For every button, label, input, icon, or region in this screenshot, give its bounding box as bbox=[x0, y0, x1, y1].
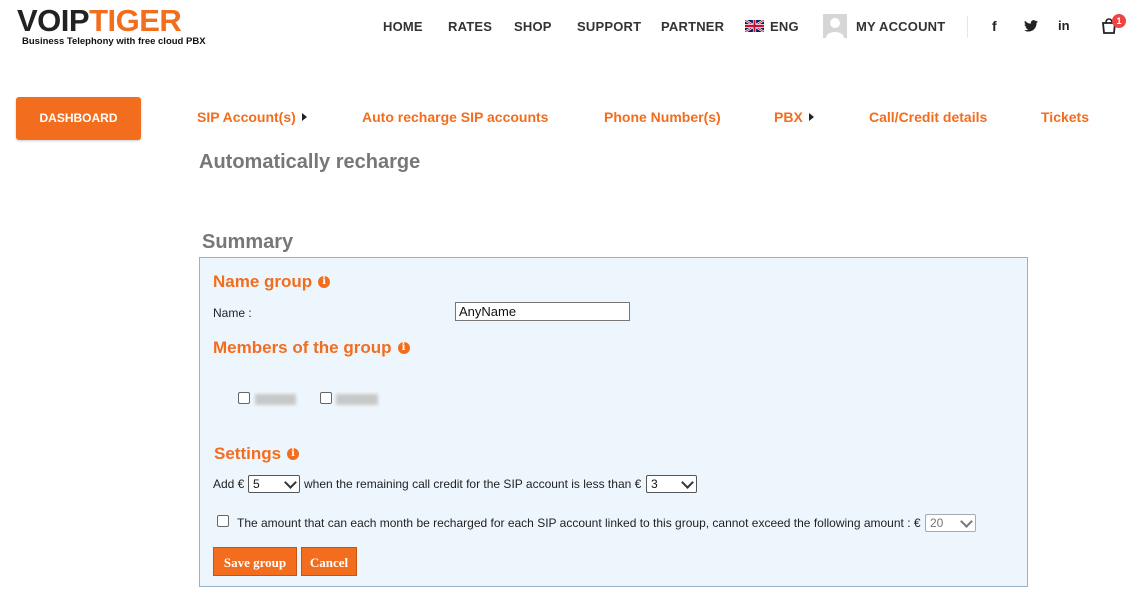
member-name-redacted bbox=[336, 394, 378, 405]
monthly-limit-checkbox[interactable] bbox=[217, 515, 229, 527]
language-label: ENG bbox=[770, 19, 799, 34]
name-input[interactable]: AnyName bbox=[455, 302, 630, 321]
facebook-icon[interactable]: f bbox=[992, 18, 997, 34]
linkedin-icon[interactable]: in bbox=[1058, 18, 1070, 33]
member-name-redacted bbox=[255, 394, 296, 405]
menu-pbx[interactable]: PBX bbox=[774, 109, 814, 125]
members-heading: Members of the group i bbox=[213, 338, 410, 358]
my-account-link[interactable]: MY ACCOUNT bbox=[856, 19, 945, 34]
menu-tickets[interactable]: Tickets bbox=[1041, 109, 1089, 125]
logo-voip: VOIP bbox=[17, 3, 90, 38]
save-group-button[interactable]: Save group bbox=[213, 547, 297, 576]
menu-sip-accounts[interactable]: SIP Account(s) bbox=[197, 109, 307, 125]
menu-phone-numbers[interactable]: Phone Number(s) bbox=[604, 109, 721, 125]
page-title: Automatically recharge bbox=[199, 151, 421, 173]
member-checkbox[interactable] bbox=[320, 392, 332, 404]
chevron-down-icon bbox=[960, 515, 973, 528]
nav-partner[interactable]: PARTNER bbox=[661, 19, 724, 34]
logo-tiger: TIGER bbox=[89, 3, 182, 38]
header-divider bbox=[967, 16, 968, 38]
cart-count-badge: 1 bbox=[1112, 14, 1126, 28]
menu-call-credit[interactable]: Call/Credit details bbox=[869, 109, 987, 125]
avatar[interactable] bbox=[823, 14, 847, 38]
logo[interactable]: VOIPTIGER bbox=[17, 3, 182, 38]
menu-auto-recharge[interactable]: Auto recharge SIP accounts bbox=[362, 109, 548, 125]
info-icon[interactable]: i bbox=[318, 276, 331, 288]
threshold-select[interactable]: 3 bbox=[646, 475, 697, 493]
tagline: Business Telephony with free cloud PBX bbox=[22, 36, 206, 47]
members-heading-label: Members of the group bbox=[213, 338, 392, 357]
name-label: Name : bbox=[213, 306, 252, 320]
threshold-label: when the remaining call credit for the S… bbox=[304, 477, 642, 491]
nav-rates[interactable]: RATES bbox=[448, 19, 492, 34]
nav-support[interactable]: SUPPORT bbox=[577, 19, 641, 34]
add-prefix-label: Add € bbox=[213, 477, 245, 491]
threshold-value: 3 bbox=[651, 477, 658, 491]
caret-right-icon bbox=[808, 113, 814, 121]
menu-pbx-label: PBX bbox=[774, 109, 803, 125]
member-checkbox[interactable] bbox=[238, 392, 250, 404]
chevron-down-icon bbox=[681, 476, 694, 489]
caret-right-icon bbox=[301, 113, 307, 121]
nav-shop[interactable]: SHOP bbox=[514, 19, 552, 34]
dashboard-button[interactable]: DASHBOARD bbox=[16, 97, 141, 140]
settings-heading-label: Settings bbox=[214, 444, 282, 463]
add-amount-value: 5 bbox=[253, 477, 260, 491]
monthly-limit-select[interactable]: 20 bbox=[925, 514, 976, 532]
user-icon bbox=[823, 14, 847, 38]
name-group-heading-label: Name group bbox=[213, 272, 313, 291]
cancel-button[interactable]: Cancel bbox=[301, 547, 357, 576]
settings-heading: Settings i bbox=[214, 444, 300, 464]
uk-flag-icon bbox=[745, 20, 764, 32]
nav-home[interactable]: HOME bbox=[383, 19, 423, 34]
info-icon[interactable]: i bbox=[287, 448, 300, 460]
menu-sip-accounts-label: SIP Account(s) bbox=[197, 109, 296, 125]
summary-title: Summary bbox=[202, 231, 294, 253]
language-selector[interactable]: ENG bbox=[745, 19, 799, 34]
twitter-icon[interactable] bbox=[1024, 19, 1038, 35]
add-amount-select[interactable]: 5 bbox=[248, 475, 300, 493]
info-icon[interactable]: i bbox=[397, 342, 410, 354]
monthly-limit-value: 20 bbox=[930, 516, 944, 530]
name-group-heading: Name group i bbox=[213, 272, 331, 292]
chevron-down-icon bbox=[284, 476, 297, 489]
monthly-limit-label: The amount that can each month be rechar… bbox=[237, 516, 921, 530]
